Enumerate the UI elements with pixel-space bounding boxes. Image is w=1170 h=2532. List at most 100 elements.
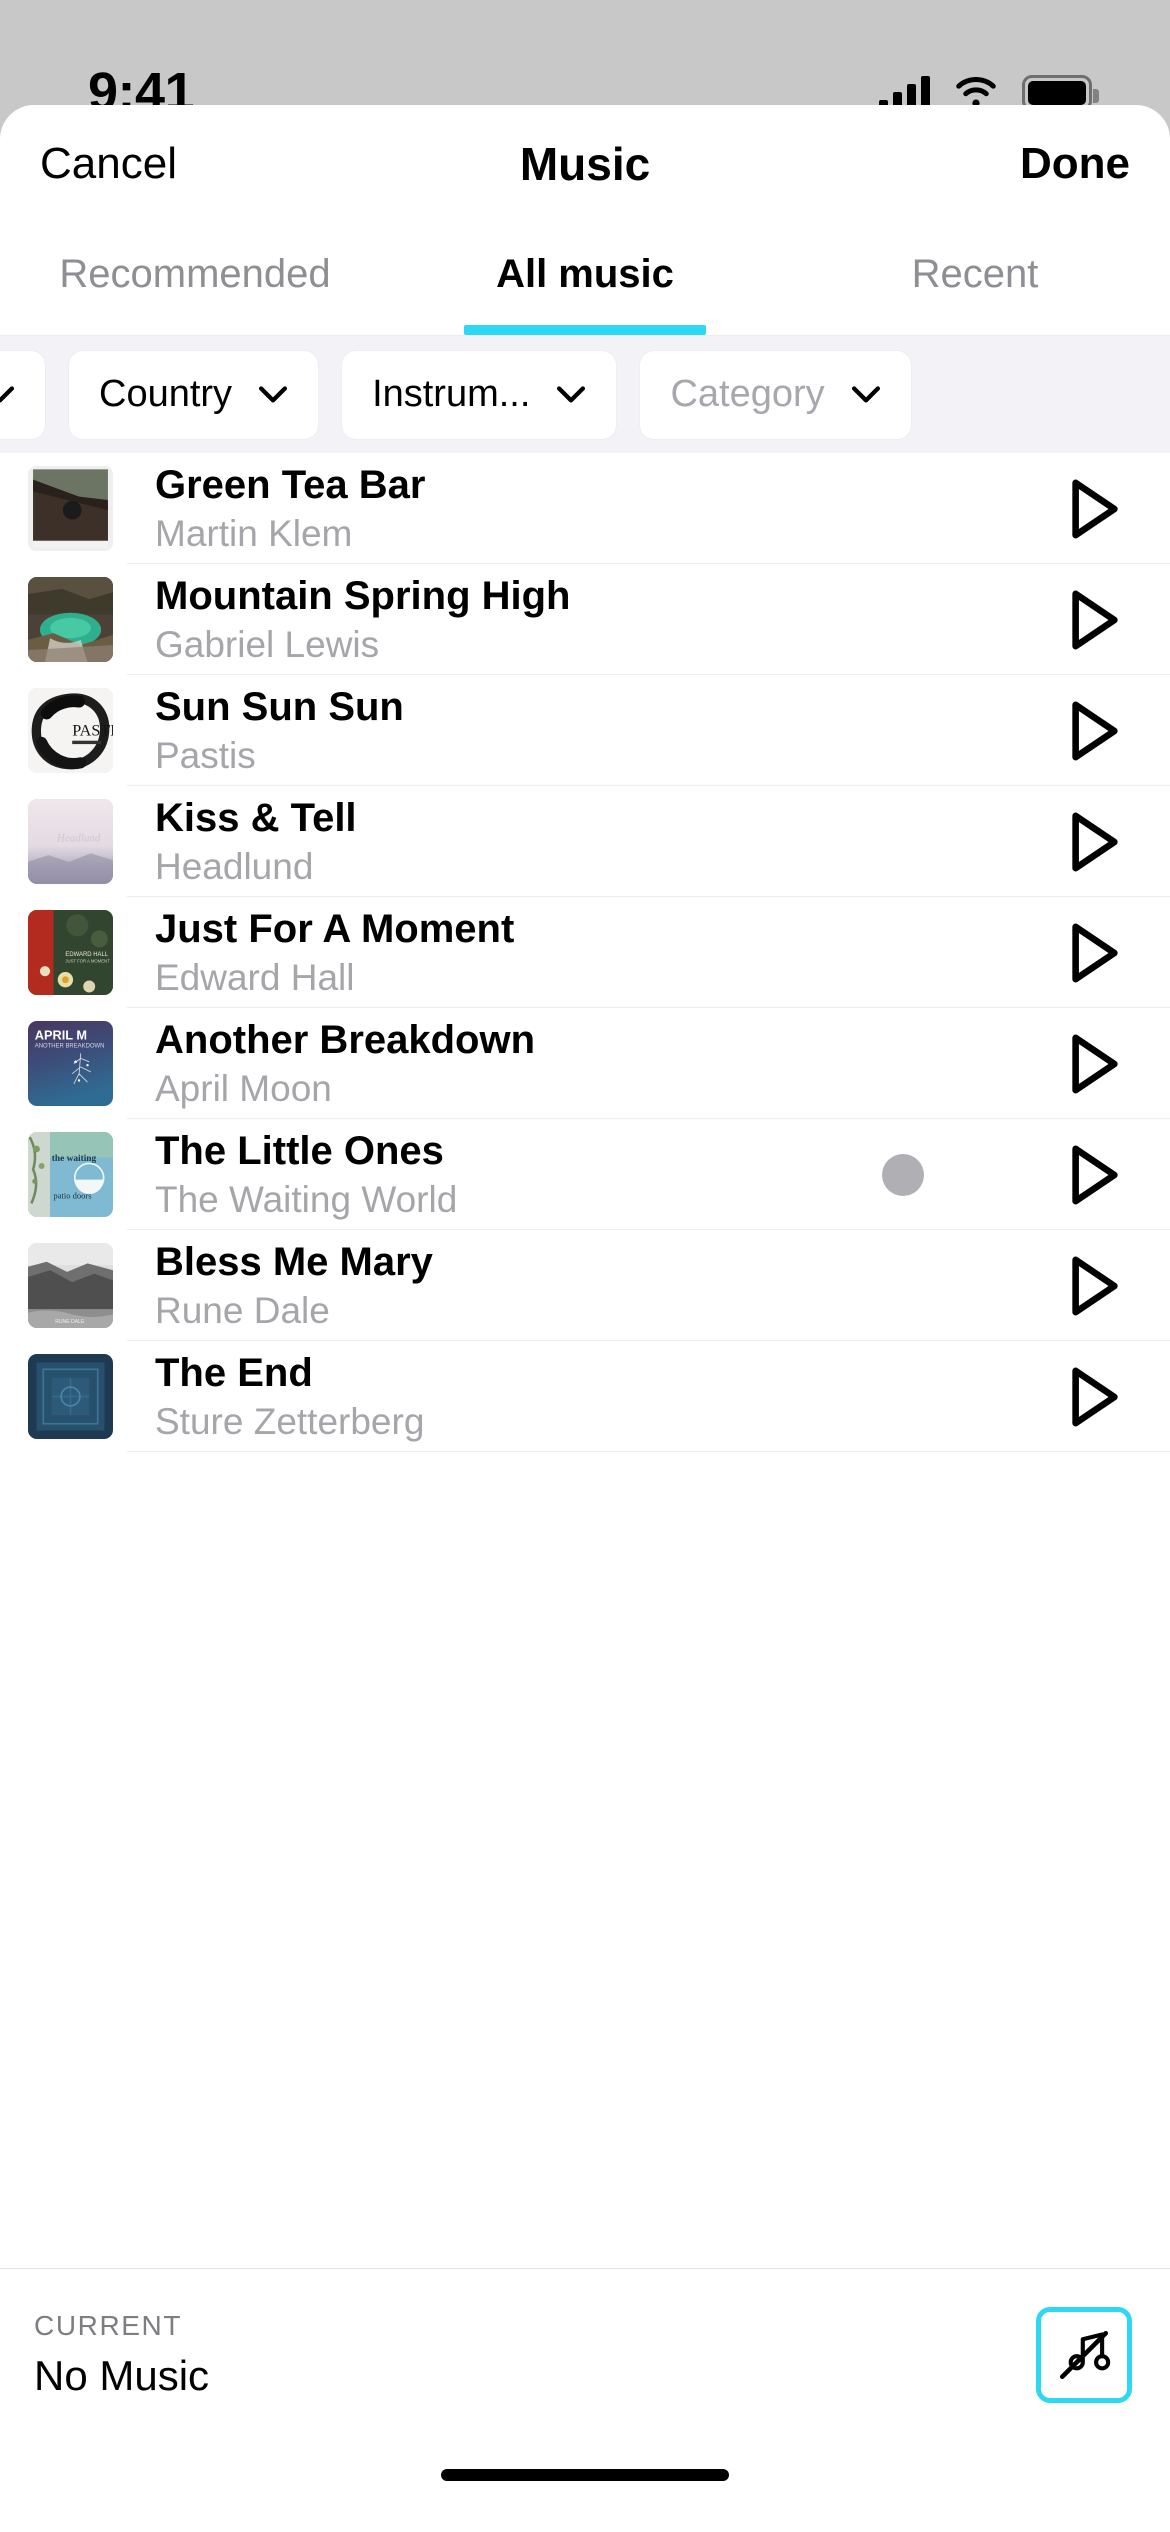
current-track-value: No Music — [34, 2351, 210, 2399]
album-art-pastis-ink: PASTIS — [28, 688, 113, 773]
svg-text:EDWARD HALL: EDWARD HALL — [65, 952, 108, 958]
now-playing-bar: CURRENT No Music — [0, 2268, 1170, 2440]
song-title: The Little Ones — [155, 1128, 444, 1173]
song-title: Kiss & Tell — [155, 795, 357, 840]
play-icon — [1072, 479, 1118, 538]
play-button[interactable] — [1064, 1031, 1126, 1097]
song-list[interactable]: Green Tea Bar Martin Klem Mountain Sprin… — [0, 453, 1170, 2268]
song-title: Green Tea Bar — [155, 462, 426, 507]
play-button[interactable] — [1064, 587, 1126, 653]
play-button[interactable] — [1064, 1142, 1126, 1208]
active-tab-indicator — [464, 325, 706, 335]
chevron-down-icon — [0, 385, 15, 403]
tab-all-music-label: All music — [496, 251, 674, 296]
current-label: CURRENT — [34, 2309, 183, 2341]
song-info: Green Tea Bar Martin Klem — [113, 462, 1064, 556]
filter-chip-partial[interactable] — [0, 350, 45, 439]
song-title: Bless Me Mary — [155, 1239, 433, 1284]
song-artist: Martin Klem — [155, 512, 353, 554]
phone-screen: 9:41 Cancel Music Done Recommended All m… — [0, 0, 1170, 2532]
song-title: Another Breakdown — [155, 1017, 536, 1062]
tab-recent[interactable]: Recent — [780, 223, 1170, 335]
song-artist: Edward Hall — [155, 956, 355, 998]
tab-all-music[interactable]: All music — [390, 223, 780, 335]
song-row[interactable]: The End Sture Zetterberg — [0, 1341, 1170, 1452]
play-icon — [1072, 590, 1118, 649]
play-button[interactable] — [1064, 476, 1126, 542]
album-art-waterfall — [28, 577, 113, 662]
home-indicator-area — [0, 2440, 1170, 2532]
play-icon — [1072, 923, 1118, 982]
play-button[interactable] — [1064, 698, 1126, 764]
song-title: Just For A Moment — [155, 906, 515, 951]
svg-text:APRIL M: APRIL M — [35, 1028, 87, 1043]
song-row[interactable]: PASTIS Sun Sun Sun Pastis — [0, 675, 1170, 786]
song-info: The Little Ones The Waiting World — [113, 1128, 882, 1222]
chevron-down-icon — [259, 385, 288, 403]
music-note-off-icon — [1059, 2330, 1111, 2379]
album-art-red-flowers: EDWARD HALL JUST FOR A MOMENT — [28, 910, 113, 995]
play-icon — [1072, 1034, 1118, 1093]
song-info: Just For A Moment Edward Hall — [113, 906, 1064, 1000]
svg-text:ANOTHER BREAKDOWN: ANOTHER BREAKDOWN — [35, 1043, 105, 1049]
song-artist: The Waiting World — [155, 1178, 458, 1220]
song-row[interactable]: the waiting patio doors The Little Ones … — [0, 1119, 1170, 1230]
song-info: The End Sture Zetterberg — [113, 1350, 1064, 1444]
song-title: Mountain Spring High — [155, 573, 571, 618]
song-row[interactable]: RUNE DALE Bless Me Mary Rune Dale — [0, 1230, 1170, 1341]
song-info: Bless Me Mary Rune Dale — [113, 1239, 1064, 1333]
album-art-pink-haze: Headlund — [28, 799, 113, 884]
song-artist: Rune Dale — [155, 1289, 330, 1331]
svg-text:RUNE DALE: RUNE DALE — [55, 1319, 85, 1325]
song-artist: April Moon — [155, 1067, 332, 1109]
svg-text:JUST FOR A MOMENT: JUST FOR A MOMENT — [65, 959, 110, 964]
music-picker-sheet: Cancel Music Done Recommended All music … — [0, 105, 1170, 2532]
mute-music-button[interactable] — [1036, 2306, 1132, 2403]
song-row[interactable]: APRIL M ANOTHER BREAKDOWN Another Breakd… — [0, 1008, 1170, 1119]
play-button[interactable] — [1064, 809, 1126, 875]
filter-chip-country[interactable]: Country — [69, 350, 319, 439]
song-artist: Pastis — [155, 734, 256, 776]
tab-bar: Recommended All music Recent — [0, 223, 1170, 335]
play-icon — [1072, 812, 1118, 871]
song-info: Kiss & Tell Headlund — [113, 795, 1064, 889]
song-info: Mountain Spring High Gabriel Lewis — [113, 573, 1064, 667]
home-indicator[interactable] — [441, 2469, 729, 2481]
cancel-button[interactable]: Cancel — [30, 134, 187, 194]
selection-dot-indicator[interactable] — [882, 1153, 924, 1196]
chevron-down-icon — [557, 385, 586, 403]
filter-chip-category-label: Category — [670, 373, 825, 415]
play-button[interactable] — [1064, 920, 1126, 986]
filter-chip-instrument-label: Instrum... — [372, 373, 531, 415]
album-art-gray-cliffs: RUNE DALE — [28, 1243, 113, 1328]
filter-chip-row[interactable]: Country Instrum... Category — [0, 335, 1170, 453]
play-button[interactable] — [1064, 1364, 1126, 1430]
song-artist: Sture Zetterberg — [155, 1400, 425, 1442]
current-track-block: CURRENT No Music — [34, 2310, 209, 2400]
play-icon — [1072, 1256, 1118, 1315]
song-title: The End — [155, 1350, 313, 1395]
filter-chip-category[interactable]: Category — [640, 350, 911, 439]
filter-chip-country-label: Country — [99, 373, 233, 415]
song-artist: Gabriel Lewis — [155, 623, 380, 665]
song-info: Another Breakdown April Moon — [113, 1017, 1064, 1111]
song-artist: Headlund — [155, 845, 314, 887]
sheet-header: Cancel Music Done — [0, 105, 1170, 223]
song-row[interactable]: EDWARD HALL JUST FOR A MOMENT Just For A… — [0, 897, 1170, 1008]
album-art-blue-square — [28, 1354, 113, 1439]
svg-text:Headlund: Headlund — [56, 833, 101, 845]
play-icon — [1072, 1145, 1118, 1204]
song-row[interactable]: Green Tea Bar Martin Klem — [0, 453, 1170, 564]
chevron-down-icon — [851, 385, 880, 403]
filter-chip-instrument[interactable]: Instrum... — [342, 350, 617, 439]
album-art-waiting-world: the waiting patio doors — [28, 1132, 113, 1217]
play-icon — [1072, 701, 1118, 760]
play-button[interactable] — [1064, 1253, 1126, 1319]
album-art-forest-bridge — [28, 466, 113, 551]
play-icon — [1072, 1367, 1118, 1426]
done-button[interactable]: Done — [1010, 134, 1140, 194]
svg-text:PASTIS: PASTIS — [72, 723, 113, 740]
song-row[interactable]: Mountain Spring High Gabriel Lewis — [0, 564, 1170, 675]
song-row[interactable]: Headlund Kiss & Tell Headlund — [0, 786, 1170, 897]
tab-recommended[interactable]: Recommended — [0, 223, 390, 335]
